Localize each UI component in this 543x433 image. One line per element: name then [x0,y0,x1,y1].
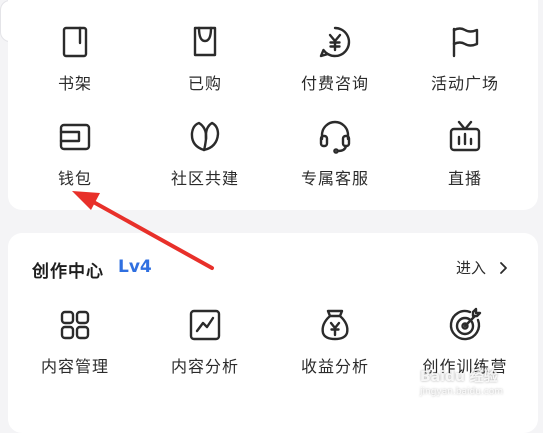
wallet-button[interactable]: 钱包 [10,99,140,194]
wallet-label: 钱包 [57,169,92,188]
earnings-analysis-label: 收益分析 [300,357,369,376]
activity-square-label: 活动广场 [430,74,499,93]
money-bag-icon [317,307,353,343]
flag-icon [447,24,483,60]
purchased-button[interactable]: 已购 [140,4,270,99]
creation-center-header: 创作中心 Lv4 进入 [32,257,512,283]
purchased-label: 已购 [187,74,222,93]
bookshelf-icon [57,24,93,60]
chevron-right-icon [500,261,507,274]
enter-label: 进入 [455,259,486,277]
content-management-button[interactable]: 内容管理 [10,287,140,382]
target-icon [447,307,483,343]
content-analysis-label: 内容分析 [170,357,239,376]
wallet-icon [57,119,93,155]
quick-tools-row-1: 书架 已购 付费咨询 活动广场 [10,4,530,99]
level-badge: Lv4 [118,257,152,277]
exclusive-service-button[interactable]: 专属客服 [270,99,400,194]
headset-icon [317,119,353,155]
bookshelf-label: 书架 [57,74,92,93]
quick-tools-row-2: 钱包 社区共建 专属客服 直播 [10,99,530,194]
content-analysis-button[interactable]: 内容分析 [140,287,270,382]
bookshelf-button[interactable]: 书架 [10,4,140,99]
paid-consult-button[interactable]: 付费咨询 [270,4,400,99]
creation-camp-button[interactable]: 创作训练营 [400,287,530,382]
live-label: 直播 [447,169,482,188]
exclusive-service-label: 专属客服 [300,169,369,188]
leaf-icon [187,119,223,155]
grid-icon [57,307,93,343]
community-build-label: 社区共建 [170,169,239,188]
creation-center-title: 创作中心 [32,262,104,282]
shopping-bag-icon [187,24,223,60]
enter-link[interactable]: 进入 [456,257,510,278]
live-button[interactable]: 直播 [400,99,530,194]
tv-icon [447,119,483,155]
creation-tools-row: 内容管理 内容分析 收益分析 创作训练营 [10,287,530,382]
community-build-button[interactable]: 社区共建 [140,99,270,194]
content-management-label: 内容管理 [40,357,109,376]
paid-consult-icon [317,24,353,60]
paid-consult-label: 付费咨询 [300,74,369,93]
creation-camp-label: 创作训练营 [422,357,508,376]
earnings-analysis-button[interactable]: 收益分析 [270,287,400,382]
line-chart-icon [187,307,223,343]
activity-square-button[interactable]: 活动广场 [400,4,530,99]
